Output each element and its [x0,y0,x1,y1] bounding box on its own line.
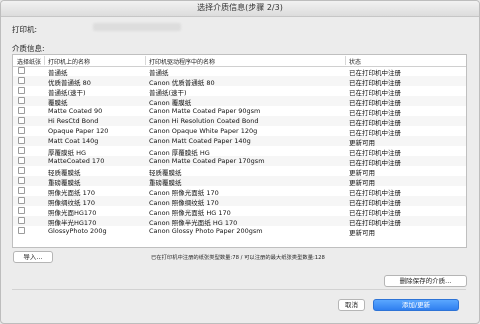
select-checkbox[interactable] [18,157,25,164]
table-row[interactable]: Matt Coat 140g Canon Matt Coated Paper 14… [13,136,466,147]
table-row[interactable]: 普通纸 普通纸 已在打印机中注册 [13,66,466,77]
title-bar: 选择介质信息(步骤 2/3) [1,1,479,17]
header-divider [345,56,346,65]
table-row[interactable]: Hi ResCtd Bond Canon Hi Resolution Coated… [13,116,466,127]
driver-media-name: Canon Matt Coated Paper 140g [149,137,251,145]
select-checkbox[interactable] [18,167,25,174]
table-row[interactable]: 照像光面HG170 Canon 照像光面纸 HG 170 已在打印机中注册 [13,206,466,217]
select-checkbox[interactable] [18,97,25,104]
table-row[interactable]: 普通纸(速干) 普通纸(速干) 已在打印机中注册 [13,86,466,97]
driver-media-name: Canon Glossy Photo Paper 200gsm [149,227,263,235]
header-printer-name[interactable]: 打印机上的名称 [48,57,90,66]
table-row[interactable]: 覆膜纸 Canon 覆膜纸 已在打印机中注册 [13,96,466,107]
select-checkbox[interactable] [18,137,25,144]
select-checkbox[interactable] [18,187,25,194]
select-checkbox[interactable] [18,217,25,224]
delete-saved-media-button[interactable]: 删除保存的介质... [384,275,467,287]
select-checkbox[interactable] [18,147,25,154]
media-status: 更新可用 [349,229,375,237]
table-row[interactable]: 厚覆膜纸 HG Canon 厚覆膜纸 HG 已在打印机中注册 [13,146,466,157]
select-checkbox[interactable] [18,127,25,134]
driver-media-name: Canon Hi Resolution Coated Bond [149,117,259,125]
select-checkbox[interactable] [18,117,25,124]
header-driver-name[interactable]: 打印机驱动程序中的名称 [149,57,215,66]
printer-media-name: Matte Coated 90 [48,107,103,115]
printer-media-name: Hi ResCtd Bond [48,117,99,125]
printer-label: 打印机: [12,25,38,34]
driver-media-name: Canon Opaque White Paper 120g [149,127,258,135]
header-divider [44,56,45,65]
table-row[interactable]: 照像绸纹纸 170 Canon 照像绸纹纸 170 已在打印机中注册 [13,196,466,207]
table-row[interactable]: Matte Coated 90 Canon Matte Coated Paper … [13,106,466,117]
table-row[interactable]: MatteCoated 170 Canon Matte Coated Paper … [13,156,466,167]
table-row[interactable]: Opaque Paper 120 Canon Opaque White Paper… [13,126,466,137]
select-checkbox[interactable] [18,177,25,184]
header-divider [145,56,146,65]
import-button[interactable]: 导入... [13,251,53,263]
printer-media-name: GlossyPhoto 200g [48,227,107,235]
header-select-paper[interactable]: 选择纸张 [17,57,41,66]
media-table[interactable]: 选择纸张 打印机上的名称 打印机驱动程序中的名称 状态 普通纸 普通纸 已在打印机中… [12,54,467,248]
select-checkbox[interactable] [18,107,25,114]
select-checkbox[interactable] [18,77,25,84]
footer-divider [12,289,466,290]
media-info-dialog: 选择介质信息(步骤 2/3) 打印机: 介质信息: 选择纸张 打印机上的名称 打… [0,0,480,324]
select-checkbox[interactable] [18,227,25,234]
table-row[interactable]: 轻质覆膜纸 轻质覆膜纸 更新可用 [13,166,466,177]
table-rows: 普通纸 普通纸 已在打印机中注册 优质普通纸 80 Canon 优质普通纸 80 已在打… [13,66,466,237]
table-row[interactable]: 优质普通纸 80 Canon 优质普通纸 80 已在打印机中注册 [13,76,466,87]
cancel-button[interactable]: 取消 [338,299,365,311]
printer-value-blurred [93,23,181,31]
driver-media-name: Canon Matte Coated Paper 170gsm [149,157,265,165]
window-title: 选择介质信息(步骤 2/3) [197,3,283,12]
table-row[interactable]: 照像半光HG170 Canon 照像半光面纸 HG 170 已在打印机中注册 [13,216,466,227]
add-update-button[interactable]: 添加/更新 [373,299,459,311]
table-row[interactable]: 重磅覆膜纸 重磅覆膜纸 更新可用 [13,176,466,187]
header-status[interactable]: 状态 [349,57,361,66]
registered-paper-count-note: 已在打印机中注册的纸张类型数量:78 / 可以注册的最大纸张类型数量:128 [151,255,325,261]
table-row[interactable]: GlossyPhoto 200g Canon Glossy Photo Paper… [13,226,466,237]
select-checkbox[interactable] [18,197,25,204]
select-checkbox[interactable] [18,67,25,74]
printer-media-name: Matt Coat 140g [48,137,99,145]
media-info-label: 介质信息: [12,44,45,53]
select-checkbox[interactable] [18,87,25,94]
select-checkbox[interactable] [18,207,25,214]
printer-media-name: Opaque Paper 120 [48,127,109,135]
printer-media-name: MatteCoated 170 [48,157,105,165]
driver-media-name: Canon Matte Coated Paper 90gsm [149,107,261,115]
table-row[interactable]: 照像光面纸 170 Canon 照像光面纸 170 已在打印机中注册 [13,186,466,197]
